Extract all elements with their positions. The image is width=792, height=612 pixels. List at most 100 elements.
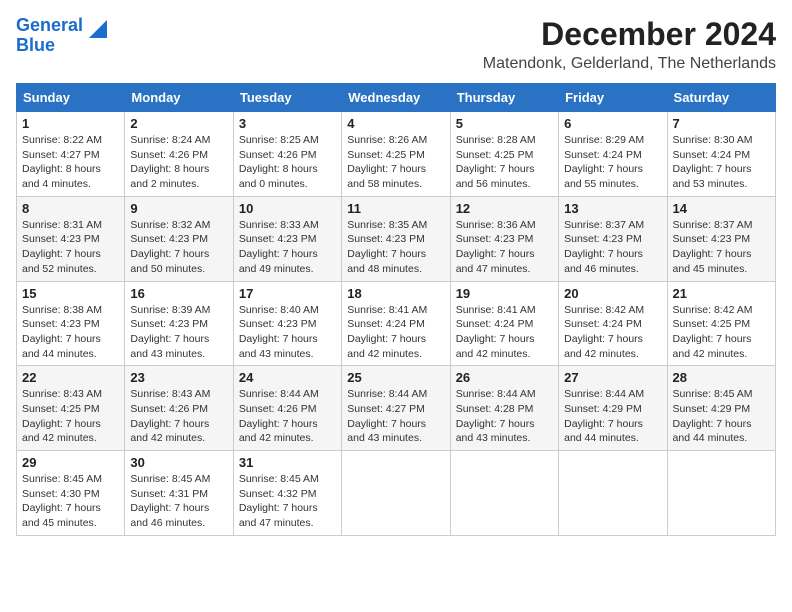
calendar-cell: 6 Sunrise: 8:29 AMSunset: 4:24 PMDaylight… (559, 112, 667, 197)
calendar-cell: 10 Sunrise: 8:33 AMSunset: 4:23 PMDayligh… (233, 196, 341, 281)
calendar-cell: 23 Sunrise: 8:43 AMSunset: 4:26 PMDayligh… (125, 366, 233, 451)
day-info: Sunrise: 8:30 AMSunset: 4:24 PMDaylight:… (673, 133, 770, 192)
day-number: 10 (239, 201, 336, 216)
day-info: Sunrise: 8:44 AMSunset: 4:29 PMDaylight:… (564, 387, 661, 446)
day-info: Sunrise: 8:43 AMSunset: 4:26 PMDaylight:… (130, 387, 227, 446)
calendar-cell: 25 Sunrise: 8:44 AMSunset: 4:27 PMDayligh… (342, 366, 450, 451)
day-number: 26 (456, 370, 553, 385)
day-info: Sunrise: 8:44 AMSunset: 4:27 PMDaylight:… (347, 387, 444, 446)
day-info: Sunrise: 8:26 AMSunset: 4:25 PMDaylight:… (347, 133, 444, 192)
day-info: Sunrise: 8:45 AMSunset: 4:32 PMDaylight:… (239, 472, 336, 531)
day-info: Sunrise: 8:31 AMSunset: 4:23 PMDaylight:… (22, 218, 119, 277)
day-number: 25 (347, 370, 444, 385)
calendar-cell: 2 Sunrise: 8:24 AMSunset: 4:26 PMDaylight… (125, 112, 233, 197)
day-number: 1 (22, 116, 119, 131)
calendar-cell (559, 451, 667, 536)
calendar-cell: 12 Sunrise: 8:36 AMSunset: 4:23 PMDayligh… (450, 196, 558, 281)
day-info: Sunrise: 8:45 AMSunset: 4:30 PMDaylight:… (22, 472, 119, 531)
calendar-cell: 5Sunrise: 8:28 AMSunset: 4:25 PMDaylight… (450, 112, 558, 197)
calendar-week-row: 29 Sunrise: 8:45 AMSunset: 4:30 PMDayligh… (17, 451, 776, 536)
day-number: 27 (564, 370, 661, 385)
day-info: Sunrise: 8:44 AMSunset: 4:26 PMDaylight:… (239, 387, 336, 446)
day-number: 16 (130, 286, 227, 301)
day-info: Sunrise: 8:36 AMSunset: 4:23 PMDaylight:… (456, 218, 553, 277)
day-number: 18 (347, 286, 444, 301)
day-info: Sunrise: 8:37 AMSunset: 4:23 PMDaylight:… (673, 218, 770, 277)
calendar-cell (667, 451, 775, 536)
day-info: Sunrise: 8:42 AMSunset: 4:24 PMDaylight:… (564, 303, 661, 362)
day-number: 21 (673, 286, 770, 301)
day-info: Sunrise: 8:41 AMSunset: 4:24 PMDaylight:… (347, 303, 444, 362)
calendar-cell: 26 Sunrise: 8:44 AMSunset: 4:28 PMDayligh… (450, 366, 558, 451)
calendar-cell (342, 451, 450, 536)
day-info: Sunrise: 8:44 AMSunset: 4:28 PMDaylight:… (456, 387, 553, 446)
day-info: Sunrise: 8:45 AMSunset: 4:29 PMDaylight:… (673, 387, 770, 446)
day-number: 11 (347, 201, 444, 216)
day-info: Sunrise: 8:45 AMSunset: 4:31 PMDaylight:… (130, 472, 227, 531)
calendar-cell: 21 Sunrise: 8:42 AMSunset: 4:25 PMDayligh… (667, 281, 775, 366)
day-number: 29 (22, 455, 119, 470)
calendar-cell: 4Sunrise: 8:26 AMSunset: 4:25 PMDaylight… (342, 112, 450, 197)
calendar-cell: 11 Sunrise: 8:35 AMSunset: 4:23 PMDayligh… (342, 196, 450, 281)
day-number: 19 (456, 286, 553, 301)
day-info: Sunrise: 8:22 AMSunset: 4:27 PMDaylight:… (22, 133, 119, 192)
day-info: Sunrise: 8:33 AMSunset: 4:23 PMDaylight:… (239, 218, 336, 277)
calendar-week-row: 15 Sunrise: 8:38 AMSunset: 4:23 PMDayligh… (17, 281, 776, 366)
day-number: 5 (456, 116, 553, 131)
calendar-cell: 13 Sunrise: 8:37 AMSunset: 4:23 PMDayligh… (559, 196, 667, 281)
day-number: 24 (239, 370, 336, 385)
calendar-cell: 19 Sunrise: 8:41 AMSunset: 4:24 PMDayligh… (450, 281, 558, 366)
calendar-cell: 24 Sunrise: 8:44 AMSunset: 4:26 PMDayligh… (233, 366, 341, 451)
day-number: 2 (130, 116, 227, 131)
main-title: December 2024 (483, 16, 776, 53)
day-number: 6 (564, 116, 661, 131)
day-info: Sunrise: 8:38 AMSunset: 4:23 PMDaylight:… (22, 303, 119, 362)
calendar-cell: 20Sunrise: 8:42 AMSunset: 4:24 PMDayligh… (559, 281, 667, 366)
page-header: GeneralBlue December 2024 Matendonk, Gel… (16, 16, 776, 73)
calendar-week-row: 22 Sunrise: 8:43 AMSunset: 4:25 PMDayligh… (17, 366, 776, 451)
calendar-cell: 22 Sunrise: 8:43 AMSunset: 4:25 PMDayligh… (17, 366, 125, 451)
day-number: 15 (22, 286, 119, 301)
calendar-table: SundayMondayTuesdayWednesdayThursdayFrid… (16, 83, 776, 536)
day-info: Sunrise: 8:40 AMSunset: 4:23 PMDaylight:… (239, 303, 336, 362)
calendar-cell: 3Sunrise: 8:25 AMSunset: 4:26 PMDaylight… (233, 112, 341, 197)
calendar-cell: 15 Sunrise: 8:38 AMSunset: 4:23 PMDayligh… (17, 281, 125, 366)
day-info: Sunrise: 8:42 AMSunset: 4:25 PMDaylight:… (673, 303, 770, 362)
calendar-cell: 31 Sunrise: 8:45 AMSunset: 4:32 PMDayligh… (233, 451, 341, 536)
day-number: 9 (130, 201, 227, 216)
calendar-cell: 9 Sunrise: 8:32 AMSunset: 4:23 PMDaylight… (125, 196, 233, 281)
calendar-cell: 28Sunrise: 8:45 AMSunset: 4:29 PMDayligh… (667, 366, 775, 451)
day-number: 31 (239, 455, 336, 470)
calendar-cell: 1 Sunrise: 8:22 AMSunset: 4:27 PMDaylight… (17, 112, 125, 197)
calendar-cell: 30 Sunrise: 8:45 AMSunset: 4:31 PMDayligh… (125, 451, 233, 536)
logo: GeneralBlue (16, 16, 109, 56)
calendar-cell: 14Sunrise: 8:37 AMSunset: 4:23 PMDayligh… (667, 196, 775, 281)
calendar-cell: 29 Sunrise: 8:45 AMSunset: 4:30 PMDayligh… (17, 451, 125, 536)
day-info: Sunrise: 8:29 AMSunset: 4:24 PMDaylight:… (564, 133, 661, 192)
calendar-header-friday: Friday (559, 84, 667, 112)
day-number: 23 (130, 370, 227, 385)
logo-text: GeneralBlue (16, 16, 83, 56)
calendar-cell: 16 Sunrise: 8:39 AMSunset: 4:23 PMDayligh… (125, 281, 233, 366)
day-info: Sunrise: 8:41 AMSunset: 4:24 PMDaylight:… (456, 303, 553, 362)
calendar-header-monday: Monday (125, 84, 233, 112)
day-number: 12 (456, 201, 553, 216)
subtitle: Matendonk, Gelderland, The Netherlands (483, 55, 776, 73)
day-number: 13 (564, 201, 661, 216)
day-info: Sunrise: 8:43 AMSunset: 4:25 PMDaylight:… (22, 387, 119, 446)
calendar-cell (450, 451, 558, 536)
day-info: Sunrise: 8:37 AMSunset: 4:23 PMDaylight:… (564, 218, 661, 277)
day-number: 30 (130, 455, 227, 470)
day-info: Sunrise: 8:35 AMSunset: 4:23 PMDaylight:… (347, 218, 444, 277)
calendar-header-sunday: Sunday (17, 84, 125, 112)
title-block: December 2024 Matendonk, Gelderland, The… (483, 16, 776, 73)
day-number: 7 (673, 116, 770, 131)
day-number: 22 (22, 370, 119, 385)
day-info: Sunrise: 8:39 AMSunset: 4:23 PMDaylight:… (130, 303, 227, 362)
day-info: Sunrise: 8:24 AMSunset: 4:26 PMDaylight:… (130, 133, 227, 192)
calendar-cell: 8Sunrise: 8:31 AMSunset: 4:23 PMDaylight… (17, 196, 125, 281)
calendar-week-row: 8Sunrise: 8:31 AMSunset: 4:23 PMDaylight… (17, 196, 776, 281)
calendar-cell: 17Sunrise: 8:40 AMSunset: 4:23 PMDayligh… (233, 281, 341, 366)
day-info: Sunrise: 8:32 AMSunset: 4:23 PMDaylight:… (130, 218, 227, 277)
calendar-header-thursday: Thursday (450, 84, 558, 112)
